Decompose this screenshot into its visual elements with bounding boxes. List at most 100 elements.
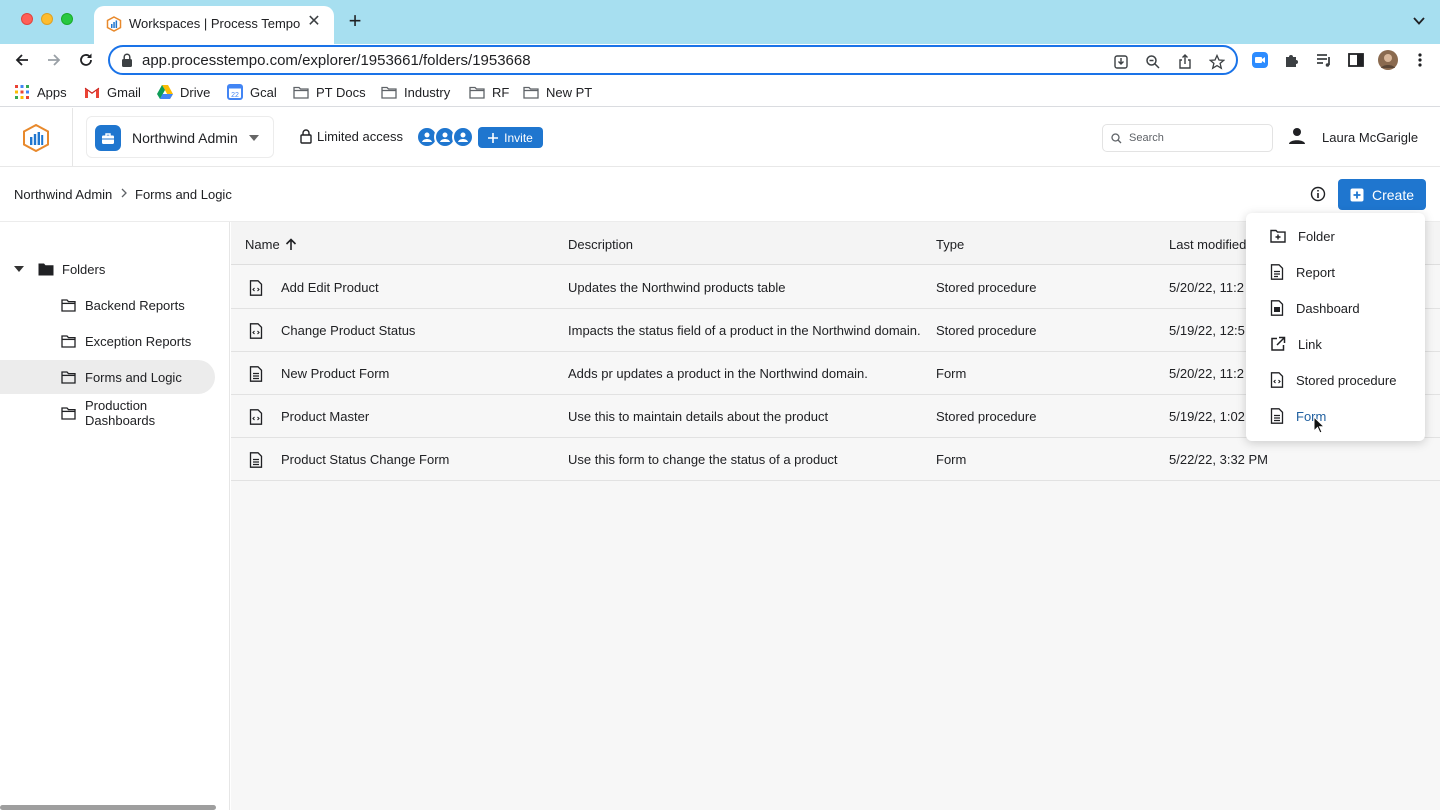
sidebar-item-label: Backend Reports: [85, 297, 185, 313]
padlock-icon: [300, 129, 312, 144]
bookmark-label: Apps: [37, 84, 67, 100]
folder-tree-sidebar: Folders Backend Reports Exception Report…: [0, 222, 230, 810]
sort-ascending-arrow-icon[interactable]: [285, 238, 297, 251]
header-divider: [72, 108, 73, 166]
breadcrumb-root-link[interactable]: Northwind Admin: [14, 187, 112, 202]
bookmark-label: New PT: [546, 84, 593, 100]
sidebar-item-label: Production Dashboards: [85, 398, 156, 428]
apps-grid-icon: [15, 85, 29, 99]
caret-down-icon[interactable]: [14, 266, 24, 272]
bookmark-pt-docs[interactable]: PT Docs: [293, 82, 366, 102]
row-name: Product Status Change Form: [281, 452, 450, 467]
sidebar-item-production-dashboards[interactable]: Production Dashboards: [0, 396, 215, 430]
tree-root-folders[interactable]: Folders: [14, 260, 105, 278]
menu-item-label: Link: [1298, 336, 1322, 352]
bookmark-new-pt[interactable]: New PT: [523, 82, 592, 102]
sidebar-item-backend-reports[interactable]: Backend Reports: [0, 288, 215, 322]
search-box[interactable]: [1102, 124, 1273, 152]
extensions-puzzle-icon[interactable]: [1280, 48, 1304, 72]
limited-access-indicator[interactable]: Limited access: [300, 129, 403, 144]
process-tempo-logo-icon[interactable]: [22, 124, 50, 152]
window-maximize-button[interactable]: [61, 13, 73, 25]
row-name: Product Master: [281, 409, 370, 424]
column-header-description[interactable]: Description: [568, 237, 633, 252]
bookmark-rf[interactable]: RF: [469, 82, 509, 102]
menu-item-folder[interactable]: Folder: [1246, 218, 1425, 254]
process-tempo-favicon-icon: [106, 16, 122, 32]
form-document-icon: [249, 366, 263, 382]
search-input[interactable]: [1129, 129, 1267, 147]
invite-button[interactable]: Invite: [478, 127, 543, 148]
tree-root-label: Folders: [62, 261, 106, 277]
row-modified: 5/20/22, 11:2: [1169, 366, 1244, 381]
forward-arrow-icon[interactable]: [42, 48, 66, 72]
sidebar-item-label: Forms and Logic: [85, 369, 182, 385]
search-icon: [1111, 133, 1122, 144]
bookmark-label: Gcal: [250, 84, 277, 100]
bookmark-gmail[interactable]: Gmail: [84, 82, 141, 102]
table-row[interactable]: Product Status Change Form Use this form…: [231, 438, 1440, 481]
bookmark-star-icon[interactable]: [1206, 51, 1228, 73]
sidebar-item-label: Exception Reports: [85, 333, 192, 349]
svg-text:22: 22: [231, 92, 239, 99]
reading-list-icon[interactable]: [1312, 48, 1336, 72]
column-header-label: Name: [245, 237, 280, 252]
side-panel-icon[interactable]: [1344, 48, 1368, 72]
reload-icon[interactable]: [74, 48, 98, 72]
bookmark-gcal[interactable]: 22 Gcal: [227, 82, 277, 102]
add-square-icon: [1350, 188, 1364, 201]
address-bar[interactable]: app.processtempo.com/explorer/1953661/fo…: [108, 45, 1238, 75]
browser-toolbar: app.processtempo.com/explorer/1953661/fo…: [0, 44, 1440, 76]
tab-close-icon[interactable]: ✕: [304, 12, 324, 32]
user-name[interactable]: Laura McGarigle: [1322, 130, 1418, 145]
browser-tab[interactable]: Workspaces | Process Tempo ✕: [94, 6, 334, 44]
tab-search-chevron-icon[interactable]: [1412, 14, 1426, 28]
bookmark-label: Gmail: [107, 84, 141, 100]
breadcrumb-separator: [120, 186, 128, 202]
external-link-icon: [1271, 336, 1286, 351]
bookmark-industry[interactable]: Industry: [381, 82, 450, 102]
sidebar-item-exception-reports[interactable]: Exception Reports: [0, 324, 215, 358]
column-header-label: Last modified: [1169, 237, 1247, 252]
column-header-name[interactable]: Name: [245, 237, 297, 252]
browser-menu-icon[interactable]: [1408, 48, 1432, 72]
back-arrow-icon[interactable]: [10, 48, 34, 72]
column-header-last-modified[interactable]: Last modified: [1169, 237, 1246, 252]
row-modified: 5/20/22, 11:2: [1169, 280, 1244, 295]
folder-icon: [381, 86, 397, 99]
info-icon[interactable]: [1310, 186, 1326, 202]
menu-item-label: Report: [1296, 264, 1336, 280]
user-account-icon[interactable]: [1288, 127, 1306, 145]
menu-item-stored-procedure[interactable]: Stored procedure: [1246, 362, 1425, 398]
menu-item-report[interactable]: Report: [1246, 254, 1425, 290]
menu-item-dashboard[interactable]: Dashboard: [1246, 290, 1425, 326]
menu-item-link[interactable]: Link: [1246, 326, 1425, 362]
window-minimize-button[interactable]: [41, 13, 53, 25]
menu-item-label: Dashboard: [1296, 300, 1360, 316]
folder-icon: [469, 86, 485, 99]
install-app-icon[interactable]: [1110, 51, 1132, 73]
stored-procedure-icon: [1270, 372, 1284, 388]
row-type: Stored procedure: [936, 280, 1037, 295]
new-tab-button[interactable]: +: [344, 10, 366, 32]
column-header-type[interactable]: Type: [936, 237, 964, 252]
tab-title: Workspaces | Process Tempo: [129, 16, 301, 31]
share-icon[interactable]: [1174, 51, 1196, 73]
folder-icon: [61, 334, 76, 348]
bookmark-label: Industry: [404, 84, 451, 100]
column-header-label: Description: [568, 237, 634, 252]
invite-label: Invite: [504, 130, 533, 145]
bookmark-drive[interactable]: Drive: [157, 82, 210, 102]
create-button[interactable]: Create: [1338, 179, 1426, 210]
menu-item-form[interactable]: Form: [1246, 398, 1425, 434]
browser-tab-bar: Workspaces | Process Tempo ✕ +: [0, 0, 1440, 44]
sidebar-horizontal-scrollbar[interactable]: [0, 805, 216, 810]
bookmark-apps[interactable]: Apps: [14, 82, 67, 102]
zoom-icon[interactable]: [1142, 51, 1164, 73]
sidebar-item-forms-and-logic[interactable]: Forms and Logic: [0, 360, 215, 394]
menu-item-label: Stored procedure: [1296, 372, 1397, 388]
workspace-selector[interactable]: Northwind Admin: [86, 116, 274, 158]
window-close-button[interactable]: [21, 13, 33, 25]
zoom-extension-icon[interactable]: [1248, 48, 1272, 72]
profile-avatar[interactable]: [1376, 48, 1400, 72]
